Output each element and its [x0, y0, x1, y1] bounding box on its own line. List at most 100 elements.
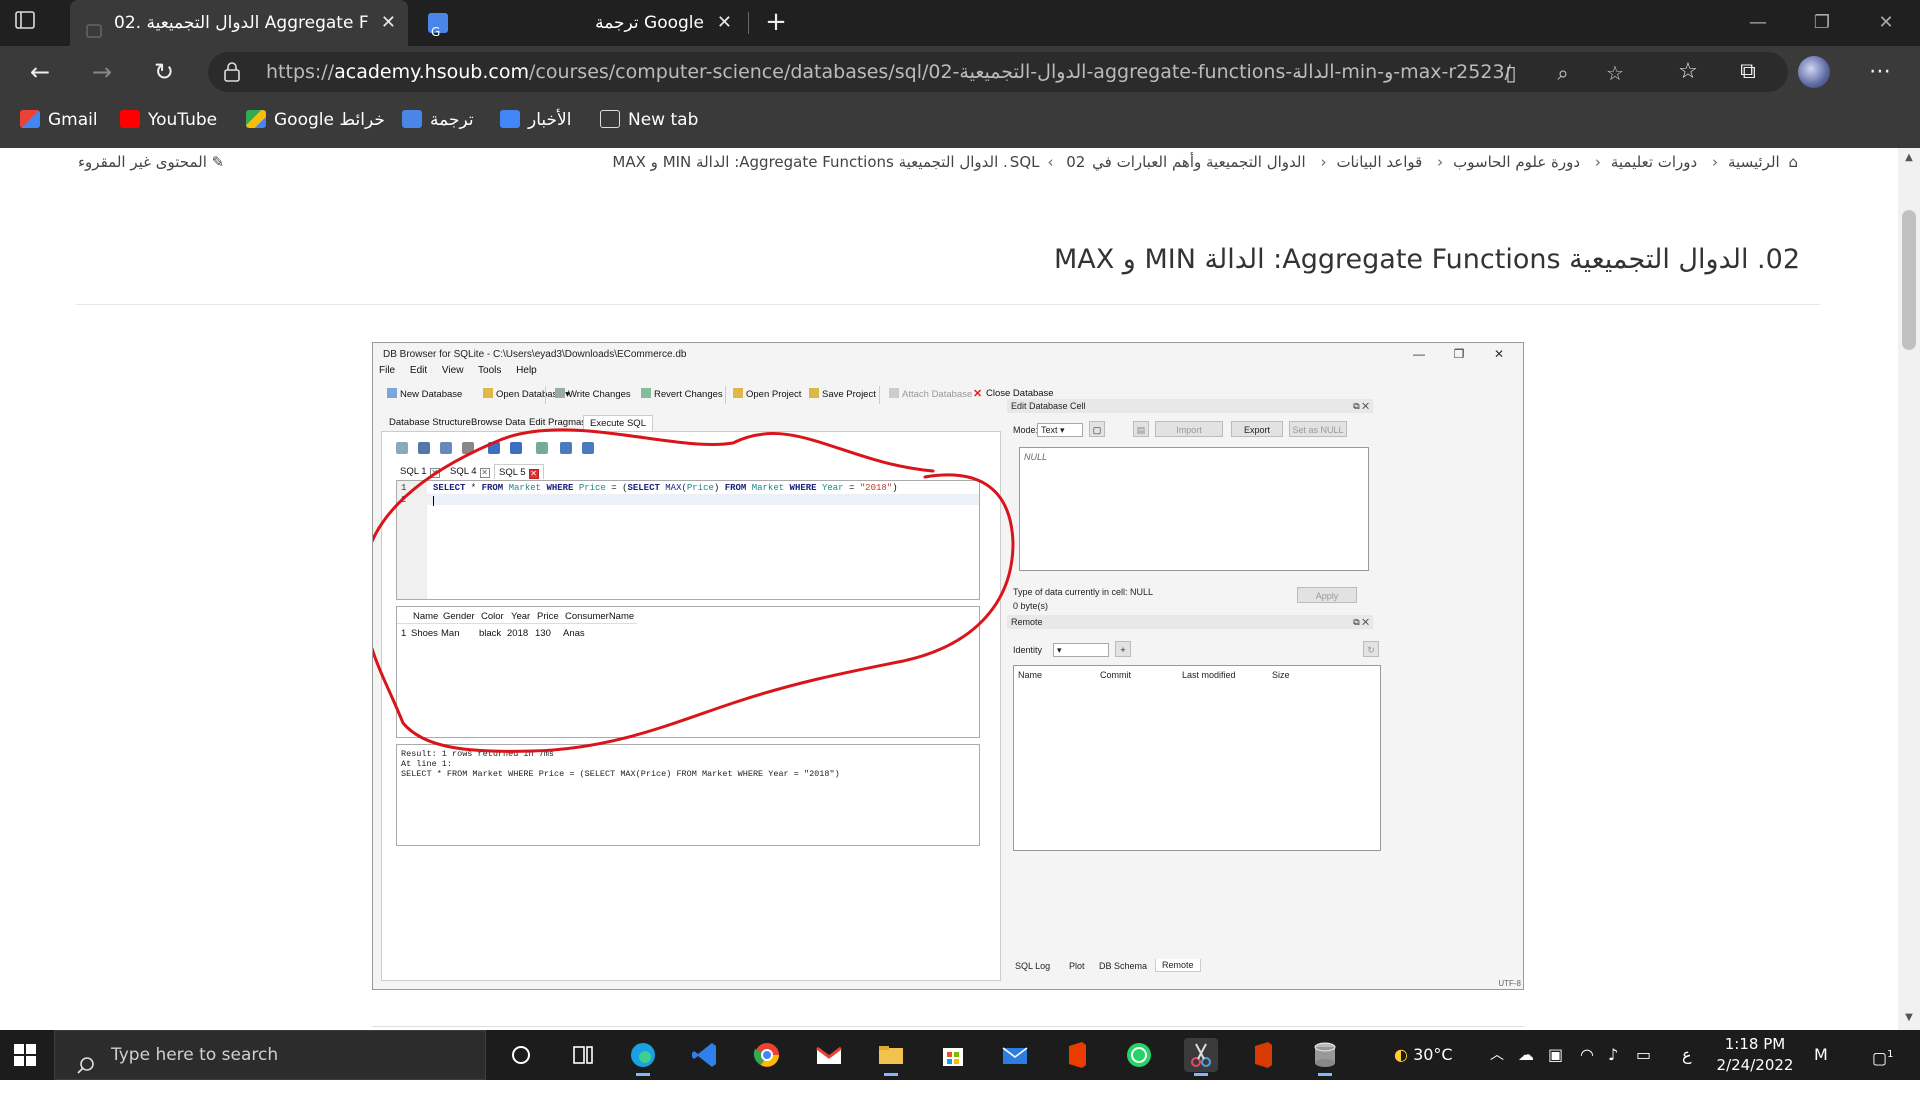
db-browser-sqlite-icon[interactable]: [1308, 1038, 1342, 1076]
snipping-tool-icon[interactable]: [1184, 1038, 1218, 1076]
favorites-icon[interactable]: ☆: [1670, 54, 1706, 90]
restore-button[interactable]: ❐: [1792, 0, 1852, 46]
db-close-icon: ✕: [1493, 347, 1505, 361]
windows-start-icon[interactable]: [12, 1042, 38, 1068]
breadcrumb-courses[interactable]: دورات تعليمية: [1611, 153, 1697, 171]
profile-avatar[interactable]: [1798, 56, 1830, 88]
collections-icon[interactable]: ⧉: [1730, 54, 1766, 90]
cell: black: [479, 628, 502, 639]
remote-refresh-icon: ↻: [1363, 641, 1379, 657]
close-tab-icon: ✕: [479, 468, 490, 478]
tray-chevron-icon[interactable]: ︿: [1490, 1030, 1504, 1080]
lock-icon[interactable]: [222, 61, 242, 83]
back-arrow-icon[interactable]: ←: [22, 54, 58, 90]
db-tab-browse: Browse Data: [471, 417, 526, 428]
device-icon[interactable]: ▣: [1548, 1030, 1563, 1080]
tab-close-icon[interactable]: ✕: [717, 0, 732, 46]
battery-icon[interactable]: ▭: [1636, 1030, 1651, 1080]
vscode-icon[interactable]: [688, 1038, 722, 1072]
breadcrumb-aggregate-section[interactable]: الدوال التجميعية وأهم العبارات في SQL: [1010, 153, 1306, 171]
url-text[interactable]: https://academy.hsoub.com/courses/comput…: [266, 52, 1511, 92]
unread-content-link[interactable]: ✎ المحتوى غير المقروء: [78, 148, 224, 176]
open-project-icon: [733, 388, 743, 398]
file-explorer-icon[interactable]: [874, 1038, 908, 1076]
volume-icon[interactable]: ♪: [1608, 1030, 1618, 1080]
taskbar-search[interactable]: Type here to search: [54, 1030, 486, 1080]
browser-tab-bar: 02. الدوال التجميعية Aggregate Functions…: [0, 0, 1920, 46]
bookmark-gmail[interactable]: Gmail: [20, 98, 98, 142]
db-minimize-icon: —: [1413, 347, 1425, 361]
tab-google-translate[interactable]: G ترجمة Google ✕: [414, 0, 744, 46]
scroll-down-icon[interactable]: ▼: [1902, 1012, 1916, 1023]
search-icon: [77, 1045, 95, 1074]
meet-now-icon[interactable]: M: [1814, 1030, 1854, 1080]
write-changes-icon: [555, 388, 565, 398]
bookmark-youtube[interactable]: YouTube: [120, 98, 217, 142]
close-tab-icon: ✕: [528, 469, 539, 479]
db-new-database: New Database: [387, 388, 462, 400]
bookmark-translate[interactable]: ترجمة: [402, 98, 474, 142]
comment-icon: [582, 442, 594, 454]
attach-database-icon: [889, 388, 899, 398]
export-button: Export: [1231, 421, 1283, 437]
reader-mode-icon[interactable]: ▯: [1498, 60, 1524, 86]
sun-cloud-icon: ◐: [1394, 1045, 1408, 1064]
clock[interactable]: 1:18 PM 2/24/2022: [1700, 1034, 1810, 1076]
input-language[interactable]: ع: [1682, 1030, 1692, 1080]
zoom-icon[interactable]: ⌕: [1550, 60, 1576, 86]
save-project-icon: [809, 388, 819, 398]
office-app-icon[interactable]: [1246, 1038, 1280, 1072]
col-header: Color: [481, 611, 504, 622]
auto-format-icon: ▢: [1089, 421, 1105, 437]
tab-actions-icon[interactable]: [14, 10, 52, 36]
open-database-icon: [483, 388, 493, 398]
col-header: Name: [413, 611, 439, 622]
print-icon: [462, 442, 474, 454]
col-header: Name: [1018, 670, 1043, 680]
page-scrollbar[interactable]: ▲ ▼: [1898, 148, 1920, 1030]
col-header: Year: [511, 611, 531, 622]
tab-hsoub-article[interactable]: 02. الدوال التجميعية Aggregate Functions…: [70, 0, 408, 46]
refresh-icon[interactable]: ↻: [146, 54, 182, 90]
microsoft-store-icon[interactable]: [936, 1038, 970, 1072]
identity-select: ▾: [1053, 643, 1109, 657]
scroll-thumb[interactable]: [1902, 210, 1916, 350]
revert-changes-icon: [641, 388, 651, 398]
clock-time: 1:18 PM: [1724, 1035, 1786, 1053]
onedrive-icon[interactable]: ☁: [1518, 1030, 1534, 1080]
wifi-icon[interactable]: ◠: [1580, 1030, 1594, 1080]
new-tab-button[interactable]: +: [760, 0, 792, 46]
scroll-up-icon[interactable]: ▲: [1902, 152, 1916, 163]
tab-close-icon[interactable]: ✕: [381, 0, 396, 46]
breadcrumb-databases[interactable]: قواعد البيانات: [1336, 153, 1422, 171]
chrome-icon[interactable]: [750, 1038, 784, 1072]
bookmark-new-tab[interactable]: New tab: [600, 98, 698, 142]
breadcrumb-cs-course[interactable]: دورة علوم الحاسوب: [1453, 153, 1580, 171]
mail-icon[interactable]: [998, 1038, 1032, 1072]
weather-widget[interactable]: ◐ 30°C: [1394, 1030, 1453, 1080]
cell: Man: [441, 628, 460, 639]
add-favorite-icon[interactable]: ☆: [1602, 60, 1628, 86]
word-wrap-icon: ▤: [1133, 421, 1149, 437]
minimize-button[interactable]: —: [1728, 0, 1788, 46]
more-options-icon[interactable]: ⋯: [1862, 54, 1898, 90]
bookmark-news[interactable]: الأخبار: [500, 98, 571, 142]
forward-arrow-icon[interactable]: →: [84, 54, 120, 90]
new-tab-page-icon: [600, 110, 620, 128]
divider: [372, 1026, 1524, 1027]
bookmark-google-maps[interactable]: Google خرائط: [246, 98, 385, 142]
edge-icon[interactable]: [626, 1038, 660, 1076]
mode-label: Mode:: [1013, 425, 1039, 435]
divider: [76, 304, 1820, 305]
cortana-icon[interactable]: [504, 1038, 538, 1072]
db-menu-help: Help: [516, 365, 537, 376]
whatsapp-icon[interactable]: [1122, 1038, 1156, 1072]
task-view-icon[interactable]: [566, 1038, 600, 1072]
notifications-icon[interactable]: ▢1: [1872, 1030, 1894, 1080]
close-window-button[interactable]: ✕: [1856, 0, 1916, 46]
office-icon[interactable]: [1060, 1038, 1094, 1072]
breadcrumb-home[interactable]: الرئيسية: [1728, 153, 1780, 171]
gmail-icon[interactable]: [812, 1038, 846, 1072]
address-bar[interactable]: https://academy.hsoub.com/courses/comput…: [208, 52, 1788, 92]
query-message-log: Result: 1 rows returned in 7ms At line 1…: [396, 744, 980, 846]
